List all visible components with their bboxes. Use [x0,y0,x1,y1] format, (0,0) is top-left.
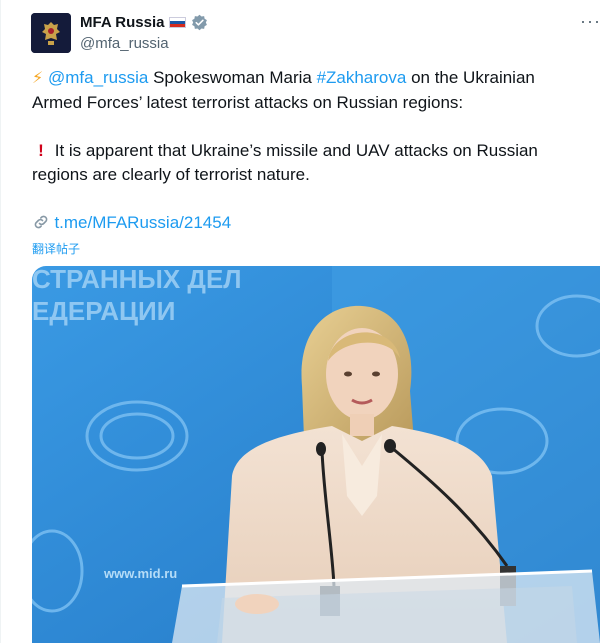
divider [0,0,1,643]
coat-of-arms-logo [31,13,71,53]
author-block: MFA Russia @mfa_russia [80,12,208,52]
mention-link[interactable]: @mfa_russia [48,68,148,87]
backdrop-text: СТРАННЫХ ДЕЛ [32,266,242,294]
press-briefing-photo: СТРАННЫХ ДЕЛ ЕДЕРАЦИИ www.mid.ru [32,266,600,643]
more-icon[interactable]: ··· [580,12,600,30]
tweet-paragraph-2: ! It is apparent that Ukraine’s missile … [32,139,587,187]
lightning-icon: ⚡ [32,70,44,87]
exclamation-icon: ! [38,141,44,160]
russia-flag-icon [169,16,187,28]
avatar[interactable] [31,13,71,53]
hashtag-link[interactable]: #Zakharova [317,68,407,87]
paragraph-text: It is apparent that Ukraine’s missile an… [32,141,538,184]
display-name[interactable]: MFA Russia [80,14,164,31]
handle[interactable]: @mfa_russia [80,35,208,52]
backdrop-text: ЕДЕРАЦИИ [32,296,175,326]
backdrop-website: www.mid.ru [103,566,177,581]
link-icon [32,215,54,232]
verified-icon[interactable] [191,14,208,31]
tweet-paragraph-3: t.me/MFARussia/21454 [32,211,587,236]
external-link[interactable]: t.me/MFARussia/21454 [54,213,231,232]
tweet-card[interactable]: MFA Russia @mfa_russia ··· ⚡ @mfa_russia… [0,0,600,643]
tweet-paragraph-1: ⚡ @mfa_russia Spokeswoman Maria #Zakharo… [32,66,587,115]
translate-post-button[interactable]: 翻译帖子 [32,240,80,257]
tweet-photo[interactable]: СТРАННЫХ ДЕЛ ЕДЕРАЦИИ www.mid.ru [32,266,600,643]
paragraph-text: Spokeswoman Maria [148,68,317,87]
